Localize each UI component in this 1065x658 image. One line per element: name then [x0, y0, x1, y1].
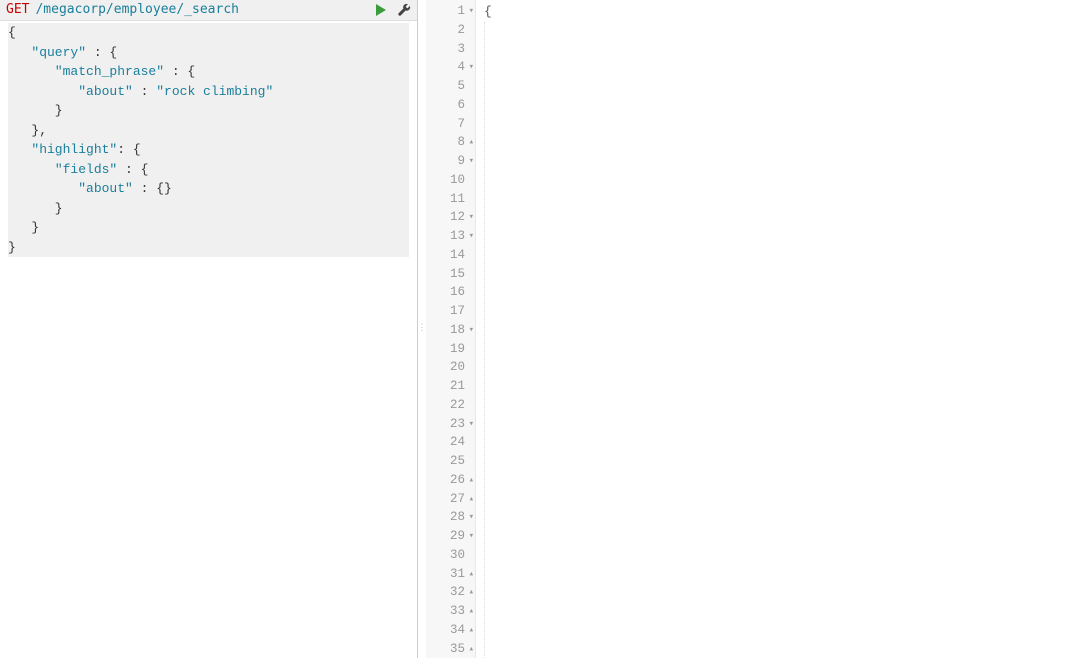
line-number: 32▴: [426, 583, 465, 602]
line-number: 9▾: [426, 152, 465, 171]
line-number: 30: [426, 546, 465, 565]
line-number: 29▾: [426, 527, 465, 546]
splitter-handle[interactable]: ⋮: [418, 0, 426, 658]
request-pane: GET /megacorp/employee/_search { "query"…: [0, 0, 418, 658]
request-topbar: GET /megacorp/employee/_search: [0, 0, 417, 21]
line-number: 14: [426, 246, 465, 265]
request-editor[interactable]: { "query" : { "match_phrase" : { "about"…: [0, 21, 417, 658]
endpoint-path: /megacorp/employee/_search: [35, 0, 239, 20]
response-viewer[interactable]: { "took": 1, "timed_out": false, "_shard…: [476, 0, 1065, 658]
line-number: 17: [426, 302, 465, 321]
line-number: 35▴: [426, 640, 465, 658]
line-number: 23▾: [426, 415, 465, 434]
run-query-icon[interactable]: [375, 4, 387, 16]
line-number: 6: [426, 96, 465, 115]
wrench-icon[interactable]: [397, 3, 411, 17]
line-number: 16: [426, 283, 465, 302]
line-number: 1▾: [426, 2, 465, 21]
line-number: 28▾: [426, 508, 465, 527]
line-number: 4▾: [426, 58, 465, 77]
line-number: 7: [426, 115, 465, 134]
line-number: 25: [426, 452, 465, 471]
line-number: 15: [426, 265, 465, 284]
line-gutter: 1▾234▾5678▴9▾101112▾13▾1415161718▾192021…: [426, 0, 476, 658]
line-number: 10: [426, 171, 465, 190]
line-number: 26▴: [426, 471, 465, 490]
line-number: 3: [426, 40, 465, 59]
line-number: 34▴: [426, 621, 465, 640]
line-number: 18▾: [426, 321, 465, 340]
line-number: 31▴: [426, 565, 465, 584]
line-number: 8▴: [426, 133, 465, 152]
line-number: 5: [426, 77, 465, 96]
line-number: 19: [426, 340, 465, 359]
line-number: 13▾: [426, 227, 465, 246]
line-number: 22: [426, 396, 465, 415]
line-number: 11: [426, 190, 465, 209]
line-number: 27▴: [426, 490, 465, 509]
line-number: 21: [426, 377, 465, 396]
line-number: 12▾: [426, 208, 465, 227]
line-number: 2: [426, 21, 465, 40]
line-number: 33▴: [426, 602, 465, 621]
line-number: 24: [426, 433, 465, 452]
http-method: GET: [6, 0, 29, 20]
response-pane: 1▾234▾5678▴9▾101112▾13▾1415161718▾192021…: [426, 0, 1065, 658]
line-number: 20: [426, 358, 465, 377]
